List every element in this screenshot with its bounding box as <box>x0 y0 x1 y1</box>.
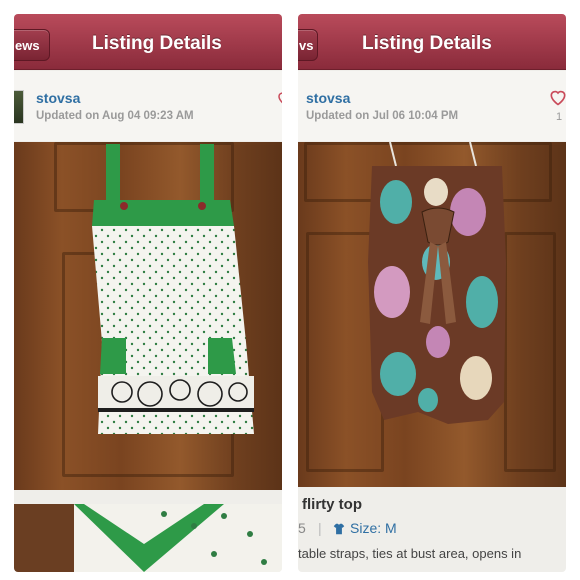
seller-row: stovsa Updated on Jul 06 10:04 PM 1 <box>298 71 566 141</box>
nav-bar: ews Listing Details <box>14 14 282 70</box>
seller-username[interactable]: stovsa <box>36 90 80 106</box>
product-photo[interactable] <box>14 142 282 490</box>
seller-row: stovsa Updated on Aug 04 09:23 AM <box>14 71 282 141</box>
meta-divider: | <box>318 520 322 536</box>
heart-icon[interactable] <box>548 87 566 107</box>
dress-detail-image <box>14 504 282 572</box>
updated-timestamp: Updated on Aug 04 09:23 AM <box>36 110 194 122</box>
product-photo-2[interactable] <box>14 504 282 572</box>
shirt-icon <box>333 523 345 535</box>
product-title: flirty top <box>302 496 362 513</box>
price-fragment: 5 <box>298 520 306 536</box>
listing-panel-right: vs Listing Details stovsa Updated on Jul… <box>298 14 566 572</box>
page-title: Listing Details <box>92 33 222 54</box>
top-image <box>368 142 506 424</box>
nav-bar: vs Listing Details <box>298 14 566 70</box>
listing-panel-left: ews Listing Details stovsa Updated on Au… <box>14 14 282 572</box>
updated-timestamp: Updated on Jul 06 10:04 PM <box>306 110 459 122</box>
dress-image <box>92 144 254 434</box>
seller-username[interactable]: stovsa <box>306 90 350 106</box>
page-title: Listing Details <box>362 33 492 54</box>
like-count: 1 <box>556 111 563 123</box>
back-button[interactable]: vs <box>298 29 318 61</box>
avatar[interactable] <box>14 90 24 124</box>
size-label: Size: M <box>350 520 397 536</box>
heart-icon[interactable] <box>276 89 282 107</box>
product-description: table straps, ties at bust area, opens i… <box>298 546 522 561</box>
back-button[interactable]: ews <box>14 29 50 61</box>
product-photo[interactable] <box>298 142 566 487</box>
